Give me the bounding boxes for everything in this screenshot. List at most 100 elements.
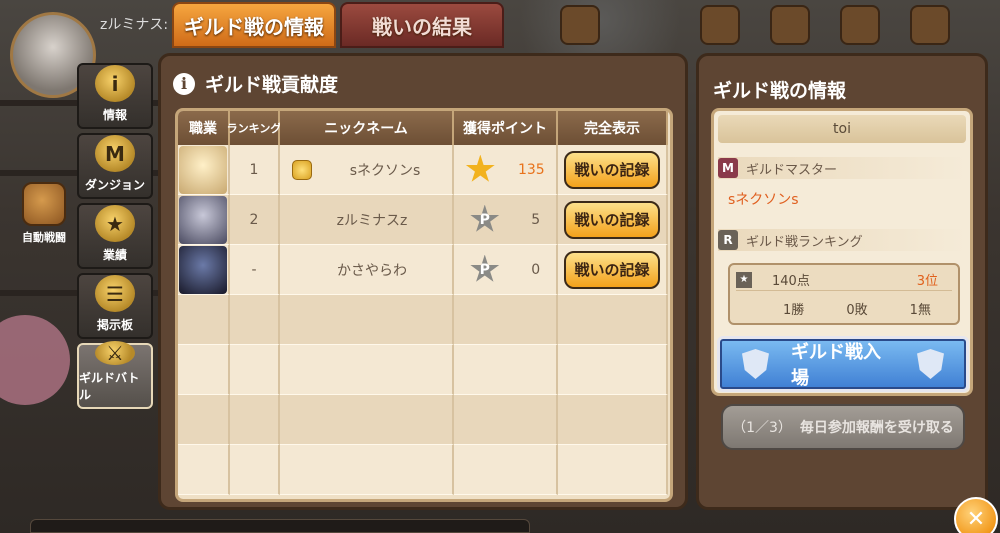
nickname-text: sネクソンs: [349, 162, 421, 179]
clipboard-icon: ☰: [95, 275, 135, 312]
empty-cell: [280, 445, 454, 495]
empty-cell: [178, 445, 230, 495]
guild-master-row: M ギルドマスター: [718, 157, 966, 179]
sidebar-item-label: ダンジョン: [84, 178, 145, 192]
table-cell-job: [178, 245, 230, 295]
guild-master-badge-icon: [292, 159, 312, 180]
table-cell-job: [178, 145, 230, 195]
table-cell-nickname: かさやらわ: [280, 245, 454, 295]
info-icon: i: [95, 65, 135, 102]
nickname-text: かさやらわ: [337, 262, 407, 279]
auto-battle-icon: [22, 182, 66, 226]
table-cell-nickname: sネクソンs: [280, 145, 454, 195]
guild-battle-enter-button[interactable]: ギルド戦入場: [717, 336, 969, 392]
sidebar-item-label: 掲示板: [96, 318, 133, 332]
contribution-panel: i ギルド戦貢献度 職業 ランキング ニックネーム 獲得ポイント 完全表示 1 …: [158, 53, 688, 510]
table-cell-nickname: zルミナスz: [280, 195, 454, 245]
close-button[interactable]: ✕: [954, 497, 998, 533]
tab-guild-battle-info[interactable]: ギルド戦の情報: [172, 2, 336, 48]
sidebar-item-achievements[interactable]: ★ 業績: [77, 203, 153, 269]
empty-cell: [558, 395, 668, 445]
ranking-points-row: ★ 140点 3位: [736, 269, 952, 291]
guild-rank-position: 3位: [916, 274, 938, 289]
info-icon: i: [173, 72, 195, 95]
star-icon: ★: [95, 205, 135, 242]
guild-master-label: ギルドマスター: [746, 162, 838, 178]
sidebar-item-dungeon[interactable]: M ダンジョン: [77, 133, 153, 199]
table-cell-points: P 5: [454, 195, 558, 245]
guild-points: 140点: [772, 274, 810, 289]
gold-star-icon: [465, 154, 495, 182]
guild-info-panel: ギルド戦の情報 toi M ギルドマスター sネクソンs R ギルド戦ランキング…: [696, 53, 988, 510]
table-cell-points: P 0: [454, 245, 558, 295]
point-star-icon: P: [470, 254, 500, 282]
player-name: zルミナス:: [100, 17, 169, 33]
guild-master-name: sネクソンs: [728, 192, 799, 208]
points-value: 5: [531, 211, 541, 228]
ranking-row: R ギルド戦ランキング: [718, 229, 966, 251]
column-header-job: 職業: [178, 111, 230, 145]
battle-record-button[interactable]: 戦いの記録: [564, 150, 660, 189]
auto-battle-button[interactable]: 自動戦闘: [12, 175, 76, 245]
scene-decoration: [700, 5, 740, 45]
empty-cell: [178, 395, 230, 445]
column-header-points: 獲得ポイント: [454, 111, 558, 145]
table-cell-action: 戦いの記録: [558, 245, 668, 295]
battle-record-button[interactable]: 戦いの記録: [564, 200, 660, 239]
table-cell-points: 135: [454, 145, 558, 195]
sidebar-item-board[interactable]: ☰ 掲示板: [77, 273, 153, 339]
table-cell-action: 戦いの記録: [558, 145, 668, 195]
daily-reward-button[interactable]: （1／3） 毎日参加報酬を受け取る: [721, 404, 965, 450]
empty-cell: [454, 295, 558, 345]
losses: 0敗: [846, 302, 868, 318]
empty-cell: [280, 345, 454, 395]
panel-title: i ギルド戦貢献度: [173, 70, 338, 97]
guild-name: toi: [718, 115, 966, 143]
tab-battle-results[interactable]: 戦いの結果: [340, 2, 504, 48]
point-star-icon: P: [470, 204, 500, 232]
empty-cell: [230, 395, 280, 445]
points-value: 135: [517, 161, 545, 178]
ranking-record-row: 1勝 0敗 1無: [736, 297, 952, 319]
table-cell-rank: 1: [230, 145, 280, 195]
empty-cell: [280, 295, 454, 345]
empty-cell: [280, 395, 454, 445]
scene-decoration: [770, 5, 810, 45]
empty-cell: [558, 295, 668, 345]
column-header-ranking: ランキング: [227, 111, 281, 145]
table-cell-action: 戦いの記録: [558, 195, 668, 245]
auto-battle-label: 自動戦闘: [22, 231, 66, 244]
star-icon: ★: [736, 271, 752, 288]
table-cell-rank: -: [230, 245, 280, 295]
sidebar-item-label: ギルドバトル: [79, 371, 140, 402]
daily-count: （1／3）: [732, 420, 792, 436]
sidebar-item-label: 業績: [102, 248, 127, 262]
dungeon-icon: M: [95, 135, 135, 172]
shield-icon: [917, 349, 944, 379]
ranking-box: ★ 140点 3位 1勝 0敗 1無: [728, 263, 960, 325]
column-header-nickname: ニックネーム: [280, 111, 454, 145]
draws: 1無: [909, 302, 931, 318]
empty-cell: [558, 445, 668, 495]
empty-cell: [454, 395, 558, 445]
sidebar-item-info[interactable]: i 情報: [77, 63, 153, 129]
contribution-title: ギルド戦貢献度: [205, 74, 339, 96]
empty-cell: [454, 345, 558, 395]
table-cell-rank: 2: [230, 195, 280, 245]
sidebar-item-label: 情報: [102, 108, 127, 122]
empty-cell: [230, 445, 280, 495]
bottom-bar: [30, 519, 530, 533]
sidebar-item-guild-battle[interactable]: ⚔ ギルドバトル: [77, 341, 153, 409]
ranking-mark-icon: R: [718, 230, 738, 250]
guild-info-title: ギルド戦の情報: [713, 80, 847, 102]
table-cell-job: [178, 195, 230, 245]
empty-cell: [230, 345, 280, 395]
nickname-text: zルミナスz: [336, 212, 408, 229]
battle-record-button[interactable]: 戦いの記録: [564, 250, 660, 289]
empty-cell: [178, 295, 230, 345]
scene-decoration: [840, 5, 880, 45]
master-mark-icon: M: [718, 158, 738, 178]
enter-button-label: ギルド戦入場: [790, 342, 881, 389]
character-portrait: [179, 195, 227, 244]
daily-reward-label: 毎日参加報酬を受け取る: [799, 420, 954, 436]
